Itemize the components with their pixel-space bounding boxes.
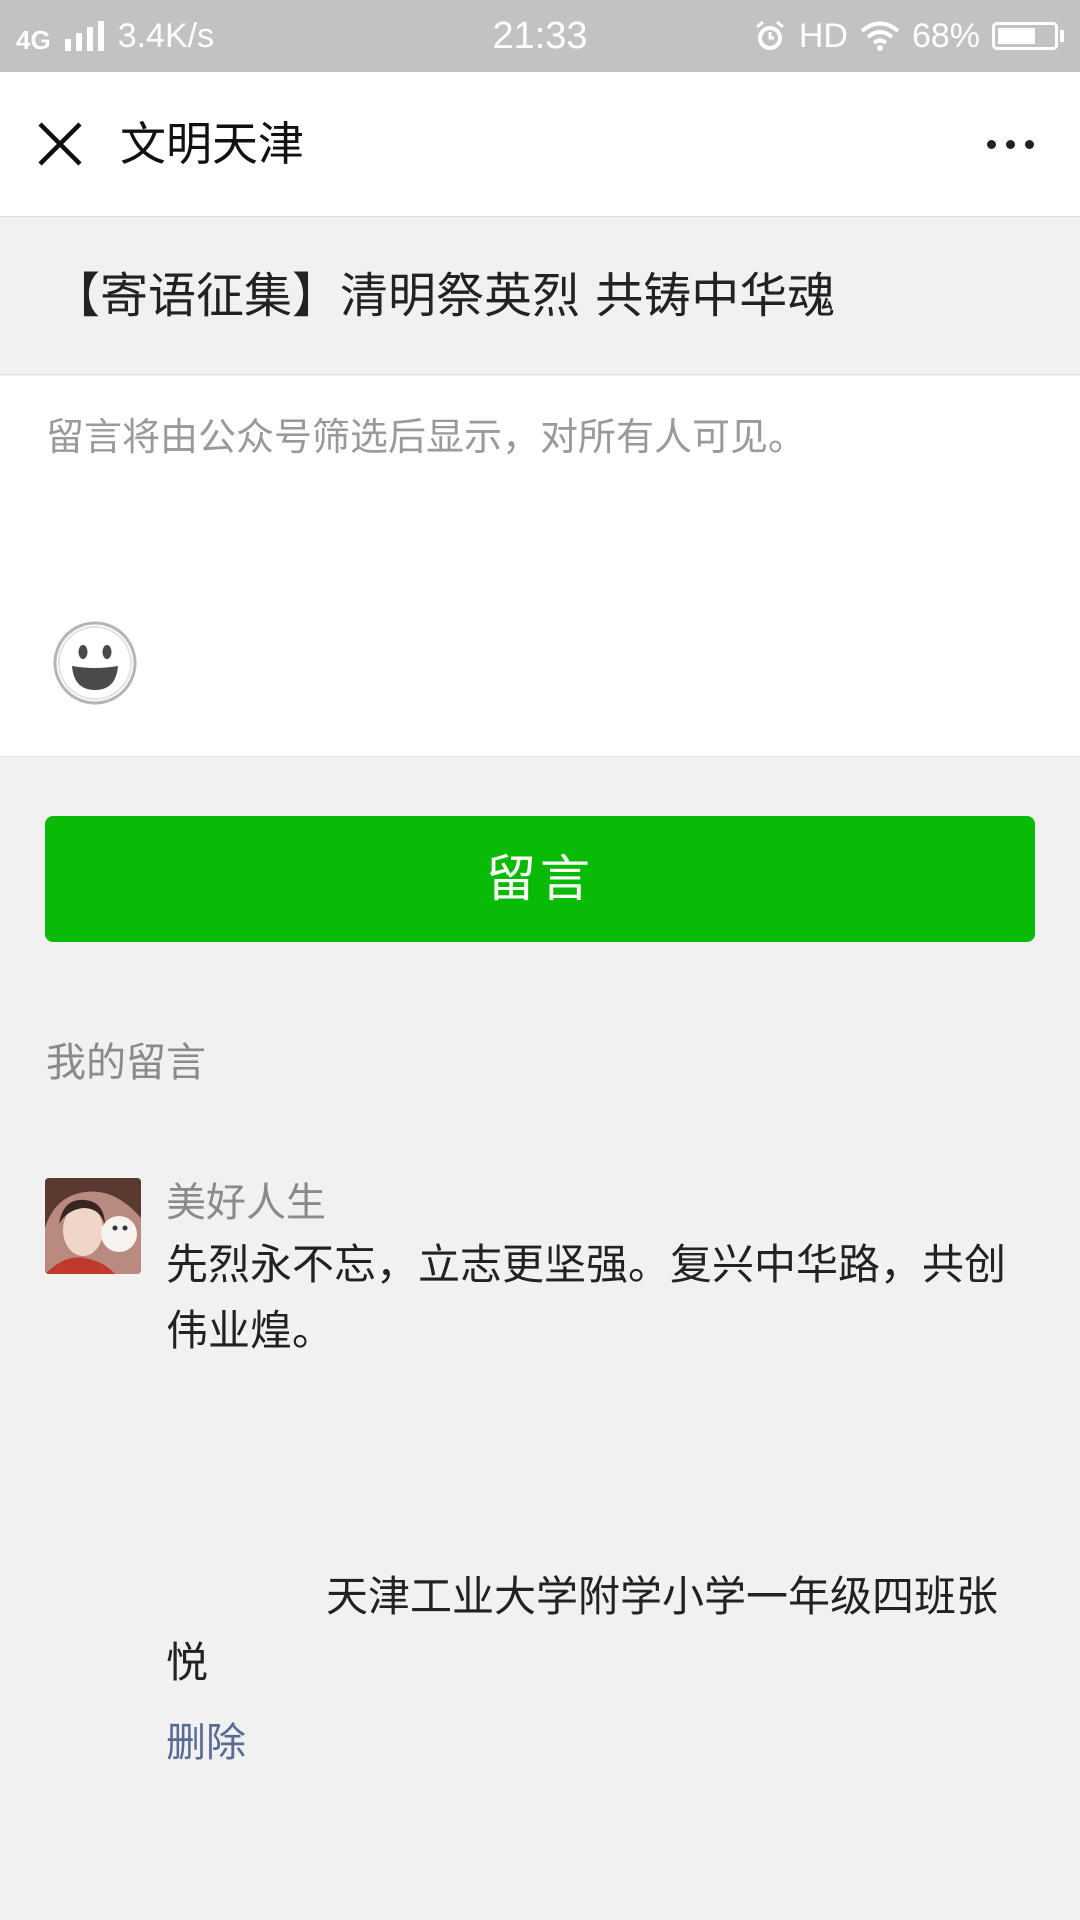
comment-author: 美好人生 (166, 1180, 326, 1226)
title-bar: 文明天津 (0, 72, 1080, 217)
battery-cap (1060, 30, 1064, 42)
battery-percent: 68% (911, 16, 980, 55)
more-menu-button[interactable] (970, 114, 1050, 174)
wifi-icon (860, 21, 900, 51)
battery-icon (992, 22, 1058, 50)
close-button[interactable] (30, 114, 90, 174)
more-dot-icon (1024, 139, 1034, 149)
status-bar: 4G 3.4K/s 21:33 HD 68% (0, 0, 1080, 72)
comment-input[interactable]: 留言将由公众号筛选后显示，对所有人可见。 (0, 376, 1080, 757)
avatar (45, 1178, 141, 1274)
hd-badge: HD (798, 16, 848, 55)
more-dot-icon (1005, 139, 1015, 149)
status-right: HD 68% (753, 0, 1064, 72)
article-title: 【寄语征集】清明祭英烈 共铸中华魂 (0, 217, 1080, 375)
battery-fill (998, 28, 1035, 44)
emoji-button[interactable] (52, 620, 138, 706)
emoji-icon (53, 621, 137, 705)
avatar-image (45, 1178, 141, 1274)
comment-text: 先烈永不忘，立志更坚强。复兴中华路，共创伟业煌。 (166, 1240, 1007, 1355)
alarm-icon (755, 20, 784, 50)
comment-signature: 天津工业大学附学小学一年级四班张悦 (166, 1572, 999, 1687)
my-comments-label: 我的留言 (46, 1040, 206, 1086)
close-icon (38, 122, 82, 166)
more-dot-icon (986, 139, 996, 149)
submit-comment-button[interactable]: 留言 (45, 816, 1035, 942)
delete-comment-link[interactable]: 删除 (166, 1710, 246, 1768)
page-title: 文明天津 (120, 117, 304, 171)
comment-placeholder: 留言将由公众号筛选后显示，对所有人可见。 (46, 415, 807, 459)
